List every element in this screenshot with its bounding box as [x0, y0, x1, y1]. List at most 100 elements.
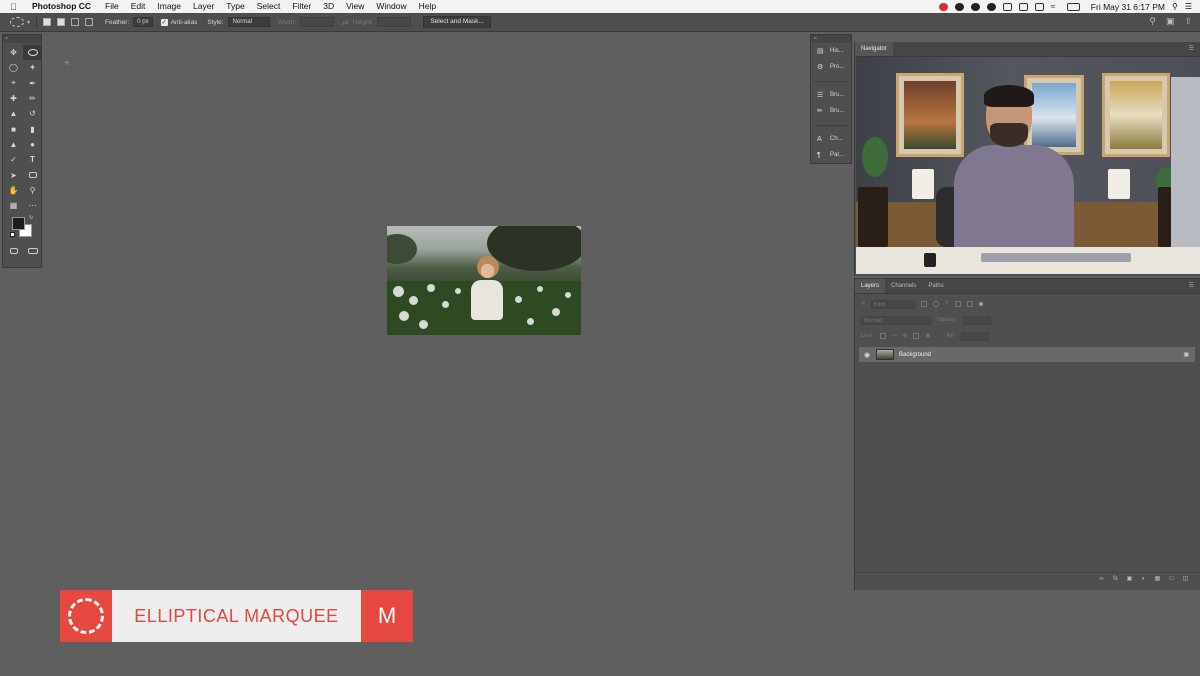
screen-icon[interactable]: [1002, 2, 1012, 11]
new-selection-icon[interactable]: [43, 18, 52, 26]
filter-shape-icon[interactable]: [954, 301, 961, 307]
filter-smart-object-icon[interactable]: [966, 301, 973, 307]
foreground-color-swatch[interactable]: [12, 217, 25, 231]
grid-icon[interactable]: [1018, 2, 1028, 11]
menu-file[interactable]: File: [99, 0, 125, 13]
healing-brush-tool-icon[interactable]: ✚: [4, 91, 23, 106]
feather-input[interactable]: 0 px: [133, 17, 153, 27]
collapsed-panels-header[interactable]: ×: [811, 35, 851, 43]
wifi-icon[interactable]: ≈: [1051, 2, 1060, 11]
panel-brushes[interactable]: ✏ Bru...: [811, 103, 851, 119]
new-layer-icon[interactable]: □: [1168, 576, 1175, 582]
hand-tool-icon[interactable]: ✋: [4, 183, 23, 198]
pinterest-icon[interactable]: [970, 2, 980, 11]
crop-tool-icon[interactable]: ⌖: [4, 76, 23, 91]
elliptical-marquee-tool-icon[interactable]: [23, 45, 42, 61]
menu-view[interactable]: View: [340, 0, 370, 13]
more-tools-icon[interactable]: ⋯: [23, 198, 42, 213]
blur-tool-icon[interactable]: ▲: [4, 137, 23, 152]
menu-3d[interactable]: 3D: [317, 0, 340, 13]
clock[interactable]: Fri May 31 6:17 PM: [1091, 2, 1165, 12]
panel-menu-icon[interactable]: ☰: [1189, 45, 1194, 52]
brush-tool-icon[interactable]: ✏: [23, 91, 42, 106]
eraser-tool-icon[interactable]: ■: [4, 121, 23, 136]
menu-help[interactable]: Help: [413, 0, 442, 13]
airplay-icon[interactable]: [1034, 2, 1044, 11]
history-brush-tool-icon[interactable]: ↺: [23, 106, 42, 121]
chevron-down-icon[interactable]: ▾: [27, 19, 30, 26]
menu-select[interactable]: Select: [251, 0, 287, 13]
swap-colors-icon[interactable]: ↻: [29, 215, 33, 221]
panel-character[interactable]: A Ch...: [811, 131, 851, 147]
rectangle-tool-icon[interactable]: [23, 167, 42, 182]
notification-center-icon[interactable]: ☰: [1185, 2, 1192, 11]
swap-icon[interactable]: ⇄: [342, 18, 349, 27]
panel-properties[interactable]: ⚙ Pro...: [811, 59, 851, 75]
intersect-selection-icon[interactable]: [85, 18, 94, 26]
gradient-tool-icon[interactable]: ▮: [23, 121, 42, 136]
link-layers-icon[interactable]: ∞: [1098, 576, 1105, 582]
lock-position-icon[interactable]: ✥: [903, 333, 908, 339]
lock-all-icon[interactable]: ▣: [925, 333, 930, 339]
panel-history[interactable]: ▤ His...: [811, 43, 851, 59]
tools-panel-header[interactable]: ×: [3, 35, 41, 43]
zoom-tool-icon[interactable]: ⚲: [23, 183, 42, 198]
record-icon[interactable]: [954, 2, 964, 11]
lock-artboard-icon[interactable]: [913, 333, 920, 339]
filter-adjustment-icon[interactable]: [933, 301, 940, 307]
add-selection-icon[interactable]: [57, 18, 66, 26]
menu-layer[interactable]: Layer: [187, 0, 220, 13]
layer-filter-select[interactable]: Kind: [871, 299, 916, 309]
tab-channels[interactable]: Channels: [885, 279, 922, 293]
anti-alias-checkbox[interactable]: ✓: [160, 18, 168, 26]
layer-style-icon[interactable]: fx: [1112, 576, 1119, 582]
eyedropper-tool-icon[interactable]: ✒: [23, 76, 42, 91]
creative-cloud-icon[interactable]: [938, 2, 948, 11]
tab-navigator[interactable]: Navigator: [855, 42, 893, 56]
screen-mode-icon[interactable]: [23, 243, 42, 258]
spotlight-search-icon[interactable]: ⚲: [1172, 2, 1178, 11]
filter-toggle-icon[interactable]: [978, 302, 983, 306]
dodge-tool-icon[interactable]: ●: [23, 137, 42, 152]
navigator-preview[interactable]: [856, 57, 1200, 274]
app-menu[interactable]: Photoshop CC: [24, 0, 99, 13]
width-input[interactable]: [300, 17, 334, 27]
default-colors-icon[interactable]: [10, 232, 15, 238]
lasso-tool-icon[interactable]: ◯: [4, 60, 23, 75]
tab-layers[interactable]: Layers: [855, 279, 886, 293]
menu-window[interactable]: Window: [370, 0, 412, 13]
layer-row-background[interactable]: ◉ Background ▣: [859, 347, 1195, 362]
menu-filter[interactable]: Filter: [286, 0, 317, 13]
panel-menu-icon[interactable]: ☰: [1189, 282, 1194, 289]
style-select[interactable]: Normal: [227, 17, 270, 27]
new-group-icon[interactable]: ▦: [1154, 575, 1161, 582]
tool-preset-icon[interactable]: [10, 17, 24, 27]
filter-type-icon[interactable]: T: [945, 301, 949, 307]
quick-mask-icon[interactable]: [4, 243, 23, 258]
blend-mode-select[interactable]: Normal: [861, 315, 931, 325]
menu-type[interactable]: Type: [220, 0, 250, 13]
search-icon[interactable]: ⚲: [1149, 16, 1156, 27]
cloud-icon[interactable]: [986, 2, 996, 11]
move-tool-icon[interactable]: ✥: [4, 45, 23, 60]
lock-image-icon[interactable]: ✏: [892, 333, 897, 339]
canvas-image[interactable]: [387, 226, 581, 335]
edit-toolbar-icon[interactable]: ▦: [4, 198, 23, 213]
type-tool-icon[interactable]: T: [23, 152, 42, 167]
opacity-input[interactable]: [963, 315, 992, 325]
add-mask-icon[interactable]: ▣: [1126, 575, 1133, 582]
visibility-eye-icon[interactable]: ◉: [861, 351, 873, 359]
tab-paths[interactable]: Paths: [922, 279, 949, 293]
magic-wand-tool-icon[interactable]: ✦: [23, 60, 42, 75]
apple-menu-icon[interactable]: : [10, 2, 24, 12]
menu-edit[interactable]: Edit: [125, 0, 152, 13]
workspace-icon[interactable]: ▣: [1166, 16, 1175, 27]
menu-image[interactable]: Image: [151, 0, 187, 13]
panel-paragraph[interactable]: ¶ Par...: [811, 147, 851, 163]
delete-layer-icon[interactable]: ◫: [1182, 575, 1189, 582]
share-icon[interactable]: ⇧: [1184, 16, 1192, 27]
lock-transparent-icon[interactable]: [880, 333, 887, 339]
height-input[interactable]: [377, 17, 412, 27]
adjustment-layer-icon[interactable]: ◐: [1140, 576, 1147, 582]
fill-input[interactable]: [961, 331, 990, 341]
